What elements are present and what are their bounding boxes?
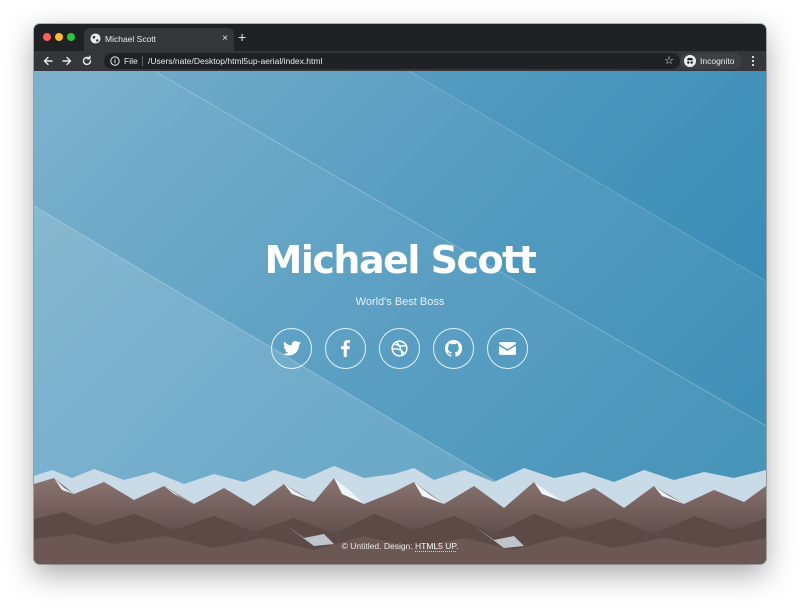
footer-copyright: © Untitled. Design: — [341, 541, 416, 551]
info-icon[interactable] — [110, 56, 120, 66]
scheme-label: File — [124, 56, 138, 66]
page-title: Michael Scott — [264, 238, 537, 282]
minimize-window-button[interactable] — [55, 33, 63, 41]
dribbble-icon — [391, 340, 408, 357]
page-subtitle: World's Best Boss — [355, 296, 445, 308]
address-bar[interactable]: File /Users/nate/Desktop/html5up-aerial/… — [104, 53, 680, 69]
bookmark-star-icon[interactable]: ☆ — [664, 54, 674, 67]
browser-toolbar: File /Users/nate/Desktop/html5up-aerial/… — [34, 51, 766, 71]
github-link[interactable] — [433, 328, 474, 369]
email-link[interactable] — [487, 328, 528, 369]
forward-arrow-icon[interactable] — [60, 54, 74, 68]
back-arrow-icon[interactable] — [41, 54, 55, 68]
html5up-link[interactable]: HTML5 UP — [415, 541, 456, 552]
twitter-icon — [282, 341, 301, 356]
url-text[interactable]: /Users/nate/Desktop/html5up-aerial/index… — [148, 56, 322, 66]
footer-period: . — [455, 541, 459, 551]
dribbble-link[interactable] — [379, 328, 420, 369]
globe-icon — [90, 33, 101, 44]
page-footer: © Untitled. Design: HTML5 UP. — [34, 541, 766, 552]
social-icons — [271, 328, 531, 372]
incognito-profile-button[interactable]: Incognito — [680, 53, 742, 69]
more-menu-icon[interactable] — [748, 54, 758, 68]
close-window-button[interactable] — [43, 33, 51, 41]
tab-title: Michael Scott — [105, 34, 157, 44]
incognito-label: Incognito — [700, 56, 735, 66]
new-tab-button[interactable]: + — [238, 30, 246, 44]
tab-close-icon[interactable]: × — [222, 33, 228, 44]
facebook-link[interactable] — [325, 328, 366, 369]
envelope-icon — [499, 342, 516, 355]
twitter-link[interactable] — [271, 328, 312, 369]
incognito-icon — [684, 55, 696, 67]
browser-window: Michael Scott × + File /Users/nate/Deskt… — [34, 24, 766, 564]
github-icon — [445, 340, 462, 357]
omnibox-divider — [142, 56, 143, 66]
hero-section: Michael Scott World's Best Boss — [34, 236, 766, 308]
tab-michael-scott[interactable]: Michael Scott × — [84, 28, 234, 51]
facebook-icon — [341, 340, 350, 357]
tab-strip: Michael Scott × + — [34, 24, 766, 51]
reload-icon[interactable] — [80, 54, 94, 68]
page-viewport: Michael Scott World's Best Boss © Untitl… — [34, 71, 766, 564]
maximize-window-button[interactable] — [67, 33, 75, 41]
